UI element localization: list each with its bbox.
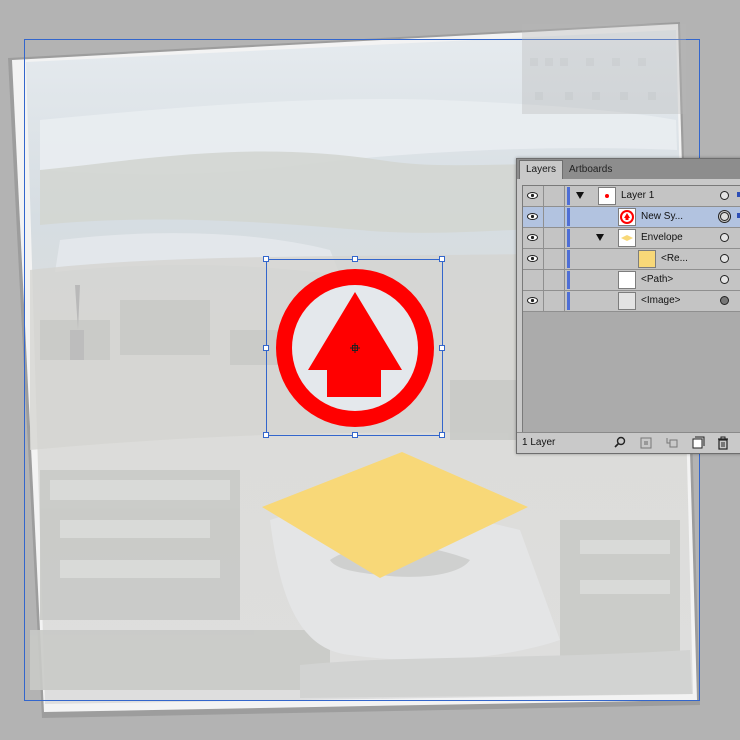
- handle-bottom[interactable]: [352, 432, 358, 438]
- eye-icon: [527, 297, 538, 304]
- make-clipping-mask-icon[interactable]: [639, 436, 653, 450]
- visibility-toggle[interactable]: [523, 270, 544, 290]
- layer-row-envelope[interactable]: Envelope: [523, 228, 740, 249]
- target-circle-icon[interactable]: [720, 233, 729, 242]
- visibility-toggle[interactable]: [523, 291, 544, 311]
- create-sublayer-icon[interactable]: [665, 436, 679, 450]
- eye-icon: [527, 192, 538, 199]
- eye-icon: [527, 213, 538, 220]
- target-circle-icon[interactable]: [720, 296, 729, 305]
- target-circle-icon[interactable]: [720, 191, 729, 200]
- lock-toggle[interactable]: [544, 207, 565, 227]
- layer-name: <Path>: [641, 274, 674, 285]
- layer-color-bar: [567, 250, 570, 268]
- layer-row-path[interactable]: <Path>: [523, 270, 740, 291]
- visibility-toggle[interactable]: [523, 249, 544, 269]
- target-circle-icon[interactable]: [720, 212, 729, 221]
- layer-thumbnail: [598, 187, 616, 205]
- visibility-toggle[interactable]: [523, 186, 544, 206]
- handle-top-left[interactable]: [263, 256, 269, 262]
- layer-color-bar: [567, 229, 570, 247]
- lock-toggle[interactable]: [544, 186, 565, 206]
- layer-row-rectangle[interactable]: <Re...: [523, 249, 740, 270]
- handle-right[interactable]: [439, 345, 445, 351]
- target-circle-icon[interactable]: [720, 275, 729, 284]
- layer-color-bar: [567, 292, 570, 310]
- layers-panel[interactable]: Layers Artboards Layer 1 New Sy... Envel…: [516, 158, 740, 454]
- create-new-layer-icon[interactable]: [691, 436, 705, 450]
- layer-name: Layer 1: [621, 190, 655, 201]
- rectangle-thumbnail: [638, 250, 656, 268]
- layer-row-new-symbol[interactable]: New Sy...: [523, 207, 740, 228]
- tab-layers[interactable]: Layers: [519, 160, 564, 179]
- illustrator-workspace: Layers Artboards Layer 1 New Sy... Envel…: [0, 0, 740, 740]
- handle-bottom-left[interactable]: [263, 432, 269, 438]
- visibility-toggle[interactable]: [523, 207, 544, 227]
- panel-tab-bar: Layers Artboards: [517, 159, 740, 179]
- layers-panel-footer: 1 Layer: [517, 432, 740, 453]
- layer-count: 1 Layer: [522, 437, 556, 448]
- envelope-thumbnail: [618, 229, 636, 247]
- layer-name: <Re...: [661, 253, 688, 264]
- layer-row-layer-1[interactable]: Layer 1: [523, 186, 740, 207]
- layer-name: <Image>: [641, 295, 681, 306]
- handle-top[interactable]: [352, 256, 358, 262]
- eye-icon: [527, 255, 538, 262]
- lock-toggle[interactable]: [544, 228, 565, 248]
- lock-toggle[interactable]: [544, 291, 565, 311]
- locate-object-icon[interactable]: [613, 436, 627, 450]
- path-thumbnail: [618, 271, 636, 289]
- visibility-toggle[interactable]: [523, 228, 544, 248]
- layer-color-bar: [567, 271, 570, 289]
- layer-color-bar: [567, 187, 570, 205]
- layer-row-image[interactable]: <Image>: [523, 291, 740, 312]
- handle-top-right[interactable]: [439, 256, 445, 262]
- layer-color-bar: [567, 208, 570, 226]
- target-circle-icon[interactable]: [720, 254, 729, 263]
- handle-left[interactable]: [263, 345, 269, 351]
- lock-toggle[interactable]: [544, 270, 565, 290]
- layer-name: Envelope: [641, 232, 683, 243]
- image-thumbnail: [618, 292, 636, 310]
- layer-list[interactable]: Layer 1 New Sy... Envelope <Re... <Path>…: [522, 185, 740, 436]
- lock-toggle[interactable]: [544, 249, 565, 269]
- trash-icon[interactable]: [716, 436, 730, 450]
- handle-bottom-right[interactable]: [439, 432, 445, 438]
- expand-triangle-icon[interactable]: [596, 234, 604, 241]
- tab-artboards[interactable]: Artboards: [563, 161, 618, 179]
- symbol-thumbnail: [618, 208, 636, 226]
- faded-pathfinder-panel: [522, 24, 686, 114]
- layer-name: New Sy...: [641, 211, 684, 222]
- expand-triangle-icon[interactable]: [576, 192, 584, 199]
- eye-icon: [527, 234, 538, 241]
